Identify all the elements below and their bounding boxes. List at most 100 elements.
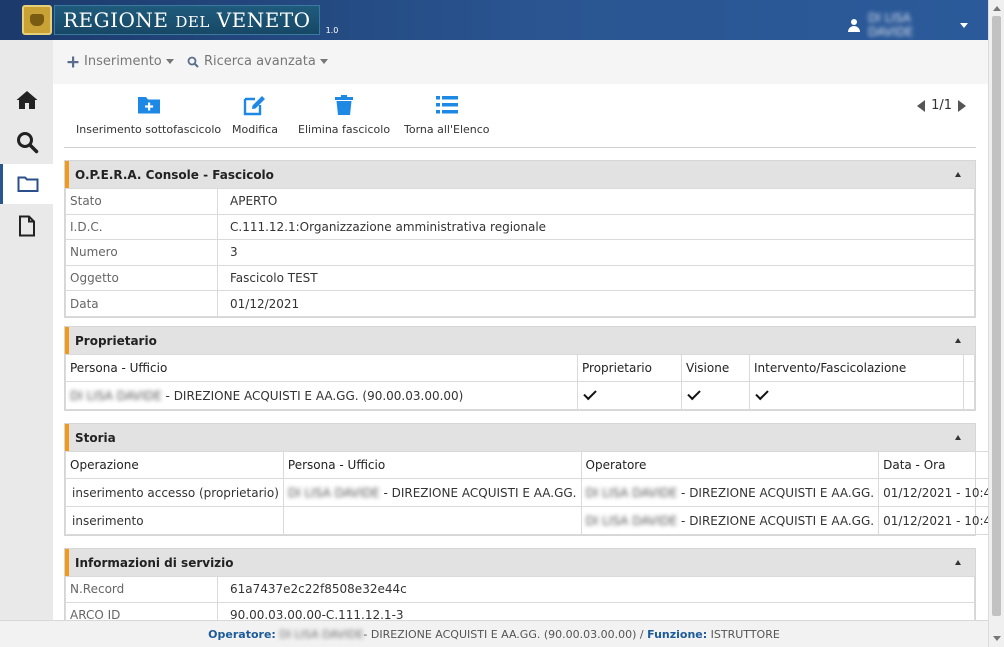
sidebar-item-search[interactable]: [0, 122, 53, 162]
scroll-up-icon[interactable]: [993, 6, 1001, 11]
persona-ufficio-cell: DI LISA DAVIDE - DIREZIONE ACQUISTI E AA…: [65, 381, 578, 410]
vertical-scrollbar[interactable]: [988, 0, 1004, 647]
action-toolbar: Inserimento sottofascicolo Modifica Elim…: [64, 90, 976, 148]
check-icon: [755, 386, 769, 400]
previous-page-icon[interactable]: [917, 99, 926, 112]
row-value: 90.00.03.00.00-C.111.12.1-3: [217, 601, 975, 620]
proprietario-section: Proprietario Persona - Ufficio Proprieta…: [64, 326, 976, 411]
brand-end: VENETO: [216, 8, 311, 32]
sidebar-item-home[interactable]: [0, 80, 53, 120]
add-subfolder-label: Inserimento sottofascicolo: [76, 123, 222, 136]
insert-menu[interactable]: Inserimento: [67, 54, 174, 69]
folder-icon: [17, 176, 39, 192]
servizio-section-title: Informazioni di servizio: [75, 555, 234, 570]
collapse-icon[interactable]: [955, 172, 961, 177]
table-header-row: Persona - Ufficio Proprietario Visione I…: [65, 354, 975, 382]
check-icon: [687, 386, 701, 400]
storia-section: Storia Operazione Persona - Ufficio Oper…: [64, 423, 988, 536]
table-row: Data 01/12/2021: [65, 290, 975, 317]
operator-office: - DIREZIONE ACQUISTI E AA.GG.: [677, 513, 875, 528]
collapse-icon[interactable]: [955, 560, 961, 565]
delete-folder-button[interactable]: Elimina fascicolo: [298, 94, 390, 136]
table-row: Numero 3: [65, 239, 975, 266]
brand-main: REGIONE: [63, 8, 169, 32]
column-header: Persona - Ufficio: [282, 451, 582, 479]
check-icon: [583, 386, 597, 400]
proprietario-table: Persona - Ufficio Proprietario Visione I…: [65, 354, 975, 410]
sidebar: [0, 40, 53, 620]
row-value: Fascicolo TEST: [217, 264, 975, 292]
table-row: I.D.C. C.111.12.1:Organizzazione amminist…: [65, 213, 975, 241]
servizio-section-header[interactable]: Informazioni di servizio: [65, 549, 975, 576]
row-key: Numero: [65, 239, 218, 266]
persona-ufficio-cell: [282, 506, 582, 535]
column-header: Visione: [681, 354, 750, 382]
table-row: ARCO ID 90.00.03.00.00-C.111.12.1-3: [65, 601, 975, 620]
next-page-icon[interactable]: [958, 99, 966, 112]
user-icon: [848, 18, 860, 32]
table-row: inserimento DI LISA DAVIDE - DIREZIONE A…: [65, 506, 988, 535]
proprietario-section-header[interactable]: Proprietario: [65, 327, 975, 354]
row-key: Data: [65, 290, 218, 317]
user-name: DI LISA DAVIDE: [868, 11, 914, 39]
row-value: APERTO: [217, 188, 975, 215]
advanced-search-menu[interactable]: Ricerca avanzata: [187, 54, 328, 69]
function-label: Funzione:: [647, 627, 708, 641]
row-key: N.Record: [65, 576, 218, 603]
brand-name: REGIONE DEL VENETO: [63, 8, 311, 32]
operator-name: DI LISA DAVIDE: [279, 627, 364, 641]
servizio-table: N.Record 61a7437e2c22f8508e32e44c ARCO ID…: [65, 576, 975, 620]
column-header: Data - Ora: [878, 451, 988, 479]
chevron-down-icon: [319, 59, 328, 64]
trash-icon: [335, 95, 354, 115]
regione-veneto-logo[interactable]: REGIONE DEL VENETO 1.0: [22, 3, 338, 37]
row-value: 61a7437e2c22f8508e32e44c: [217, 576, 975, 603]
sidebar-item-fascicoli[interactable]: [0, 164, 53, 204]
operator-cell: DI LISA DAVIDE - DIREZIONE ACQUISTI E AA…: [580, 478, 880, 507]
column-header: Proprietario: [577, 354, 682, 382]
plus-icon: [67, 56, 79, 67]
operator-label: Operatore:: [208, 627, 276, 641]
sidebar-item-documenti[interactable]: [0, 206, 53, 246]
datetime-cell: 01/12/2021 - 10:42:22: [878, 506, 988, 535]
lion-crest-icon: [22, 5, 52, 35]
collapse-icon[interactable]: [955, 338, 961, 343]
table-row: DI LISA DAVIDE - DIREZIONE ACQUISTI E AA…: [65, 381, 975, 410]
scroll-thumb[interactable]: [992, 16, 1001, 616]
separator: /: [636, 627, 648, 641]
scroll-down-icon[interactable]: [993, 636, 1001, 641]
operation-cell: inserimento: [65, 506, 284, 535]
datetime-cell: 01/12/2021 - 10:42:19: [878, 478, 988, 507]
fascicolo-section-header[interactable]: O.P.E.R.A. Console - Fascicolo: [65, 161, 975, 188]
brand-mid: DEL: [175, 13, 210, 31]
storia-section-header[interactable]: Storia: [65, 424, 975, 451]
collapse-icon[interactable]: [955, 435, 961, 440]
chevron-down-icon: [960, 22, 968, 28]
edit-button[interactable]: Modifica: [232, 94, 278, 136]
row-key: Stato: [65, 188, 218, 215]
back-to-list-label: Torna all'Elenco: [404, 123, 490, 136]
search-icon: [16, 132, 38, 154]
column-header: Intervento/Fascicolazione: [749, 354, 964, 382]
user-menu[interactable]: DI LISA DAVIDE: [848, 11, 968, 39]
view-check-cell: [681, 381, 750, 410]
back-to-list-button[interactable]: Torna all'Elenco: [404, 94, 490, 136]
fascicolo-details-table: Stato APERTO I.D.C. C.111.12.1:Organizzazi…: [65, 188, 975, 317]
main-content: Inserimento Ricerca avanzata Inserimento…: [53, 40, 988, 620]
add-subfolder-button[interactable]: Inserimento sottofascicolo: [76, 94, 221, 136]
version-label: 1.0: [325, 25, 339, 35]
column-header: Operazione: [65, 451, 284, 479]
pager-label: 1/1: [931, 98, 952, 113]
operator-office: - DIREZIONE ACQUISTI E AA.GG.: [677, 485, 875, 500]
persona-ufficio-cell: DI LISA DAVIDE - DIREZIONE ACQUISTI E AA…: [282, 478, 582, 507]
fascicolo-section-title: O.P.E.R.A. Console - Fascicolo: [75, 167, 274, 182]
office-name: - DIREZIONE ACQUISTI E AA.GG.: [379, 485, 577, 500]
table-header-row: Operazione Persona - Ufficio Operatore D…: [65, 451, 988, 479]
edit-label: Modifica: [232, 123, 278, 136]
operator-name: DI LISA DAVIDE: [585, 513, 678, 528]
table-row: Stato APERTO: [65, 188, 975, 215]
operation-cell: inserimento accesso (proprietario): [65, 478, 284, 507]
delete-folder-label: Elimina fascicolo: [298, 123, 391, 136]
person-name: DI LISA DAVIDE: [287, 485, 380, 500]
search-icon: [187, 56, 199, 68]
